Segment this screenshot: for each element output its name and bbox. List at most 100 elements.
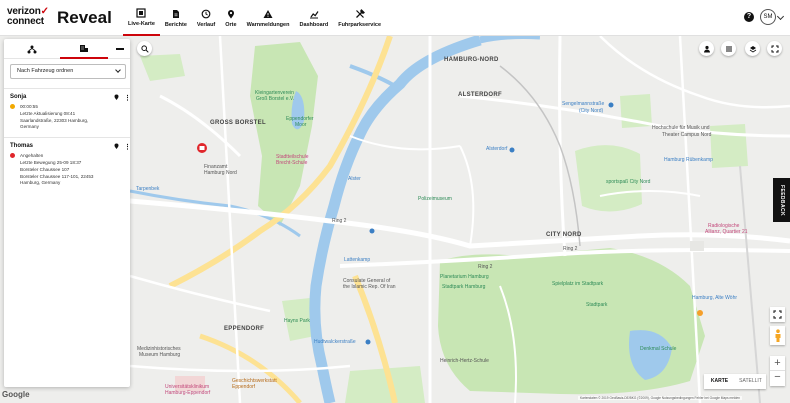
sort-dropdown[interactable]: Nach Fahrzeug ordnen	[10, 64, 126, 79]
map-label: EPPENDORF	[224, 326, 265, 332]
map-label: Hudtwalckerstraße	[314, 339, 356, 345]
map-fullscreen-toggle[interactable]	[770, 307, 785, 322]
map-label: Eppendorf	[232, 384, 256, 390]
vehicle-duration: 00:00:55	[20, 104, 38, 109]
map-type-karte[interactable]: KARTE	[704, 374, 735, 389]
map-label: Brecht-Schule	[276, 160, 308, 166]
map-label: Ring 2	[563, 246, 578, 252]
map-attribution[interactable]: Kartendaten © 2019 GeoBasis-DE/BKG (©200…	[578, 396, 742, 400]
locate-pin-icon[interactable]	[114, 143, 119, 149]
nav-alerts[interactable]: Warnmeldungen	[242, 0, 295, 36]
report-icon	[172, 9, 179, 18]
map-label: Moor	[295, 122, 307, 128]
map-label: Planetarium Hamburg	[440, 274, 489, 280]
map-label: Polizeimuseum	[418, 196, 452, 202]
map-list-button[interactable]	[721, 41, 736, 56]
map-label: Tarpenbek	[136, 186, 160, 192]
tab-hierarchy[interactable]	[8, 39, 56, 59]
fleet-service-icon	[355, 8, 365, 18]
map-label: Groß Borstel e.V.	[256, 96, 295, 102]
minimize-panel-icon[interactable]	[116, 48, 124, 50]
nav-places[interactable]: Orte	[220, 0, 241, 36]
main-nav: Live-Karte Berichte Verlauf Orte Warnmel…	[123, 0, 386, 36]
feedback-tab[interactable]: FEEDBACK	[773, 178, 790, 222]
layers-icon	[749, 45, 756, 52]
vehicle-card-thomas[interactable]: Thomas ⋮ Angehalten Letzte Bewegung 25-0…	[4, 137, 131, 189]
map-type-toggle: KARTE SATELLIT	[704, 374, 766, 389]
user-avatar[interactable]: SM	[760, 9, 776, 25]
nav-history[interactable]: Verlauf	[192, 0, 220, 36]
map-label: Allianz, Quartier 21	[705, 229, 748, 235]
vehicle-address-country: Germany	[20, 124, 39, 129]
vehicle-last-movement: Letzte Bewegung 25-09 18:37	[20, 160, 82, 165]
nav-reports[interactable]: Berichte	[160, 0, 192, 36]
person-icon	[703, 45, 710, 52]
locate-pin-icon[interactable]	[114, 94, 119, 100]
map-label: Theater Campus Nord	[662, 132, 712, 138]
chevron-down-icon[interactable]	[776, 12, 785, 21]
tab-vehicles[interactable]	[60, 39, 108, 59]
map-label: Hamburg Rübenkamp	[664, 157, 713, 163]
status-stopped-icon	[10, 153, 15, 158]
map-label: Hamburg Nord	[204, 170, 237, 176]
map-drivers-button[interactable]	[699, 41, 714, 56]
verizon-connect-logo[interactable]: verizon✓ connect	[7, 7, 49, 27]
zoom-out-button[interactable]: −	[770, 371, 785, 386]
panel-tabs	[4, 39, 130, 59]
vehicle-status: Angehalten	[20, 153, 44, 158]
vehicle-address: Saarlandstraße, 22303 Hamburg,	[20, 118, 89, 123]
vehicle-address-city: Hamburg, Germany	[20, 180, 61, 185]
zoom-control: + −	[770, 356, 785, 386]
map-label: Ring 2	[478, 264, 493, 270]
more-options-icon[interactable]: ⋮	[124, 143, 131, 151]
vehicle-card-sonja[interactable]: Sonja ⋮ 00:00:55 Letzte Aktualisierung 0…	[4, 88, 131, 134]
nav-live-map[interactable]: Live-Karte	[123, 0, 160, 36]
chevron-down-icon	[115, 67, 121, 73]
top-bar: verizon✓ connect Reveal Live-Karte Beric…	[0, 0, 790, 36]
history-icon	[201, 9, 211, 18]
map-label: Ring 2	[332, 218, 347, 224]
map-label: CITY NORD	[546, 232, 582, 238]
expand-icon	[771, 45, 778, 52]
map-layers-button[interactable]	[745, 41, 760, 56]
vehicle-list-icon	[80, 44, 88, 52]
help-icon[interactable]: ?	[744, 12, 754, 22]
map-search-button[interactable]	[137, 41, 152, 56]
alert-icon	[263, 9, 273, 18]
more-options-icon[interactable]: ⋮	[124, 94, 131, 102]
zoom-in-button[interactable]: +	[770, 356, 785, 371]
vehicle-address-alt: Borsteler Chaussee 117-101, 22453	[20, 174, 94, 179]
map-label: GROSS BORSTEL	[210, 120, 266, 126]
map-label: Sengelmannstraße	[562, 101, 605, 107]
map-label: ALSTERDORF	[458, 92, 502, 98]
map-label: Hayns Park	[284, 318, 310, 324]
fullscreen-button[interactable]	[767, 41, 782, 56]
map-type-satellit[interactable]: SATELLIT	[735, 374, 766, 389]
nav-fleet-service[interactable]: Fuhrparkservice	[333, 0, 386, 36]
vehicle-last-update: Letzte Aktualisierung 08:41	[20, 111, 76, 116]
map-label: HAMBURG-NORD	[444, 57, 499, 63]
map-label: (City Nord)	[579, 108, 604, 114]
nav-dashboard[interactable]: Dashboard	[294, 0, 333, 36]
vehicle-name: Thomas	[10, 143, 34, 149]
vehicle-address: Borsteler Chaussee 107	[20, 167, 70, 172]
vehicle-panel: Nach Fahrzeug ordnen Sonja ⋮ 00:00:55 Le…	[4, 39, 131, 387]
map-label: Stadtpark	[586, 302, 608, 308]
map-label: sportspaß City Nord	[606, 179, 651, 185]
map-label: Denkmal Schule	[640, 346, 677, 352]
search-icon	[140, 44, 149, 53]
map-label: Hamburg-Eppendorf	[165, 390, 211, 396]
places-pin-icon	[227, 9, 234, 18]
status-moving-icon	[10, 104, 15, 109]
map-label: Heinrich-Hertz-Schule	[440, 358, 489, 364]
live-map-icon	[136, 7, 147, 18]
map-label: Alster	[348, 176, 361, 182]
street-view-pegman[interactable]	[770, 326, 785, 345]
pegman-icon	[775, 329, 780, 342]
map-label: Lattenkamp	[344, 257, 371, 263]
google-logo: Google	[2, 390, 30, 399]
list-settings-icon	[725, 46, 732, 51]
map-label: Hochschule für Musik und	[652, 125, 710, 131]
reveal-product-name: Reveal	[57, 8, 112, 27]
map-label: Hamburg, Alte Wöhr	[692, 295, 738, 301]
